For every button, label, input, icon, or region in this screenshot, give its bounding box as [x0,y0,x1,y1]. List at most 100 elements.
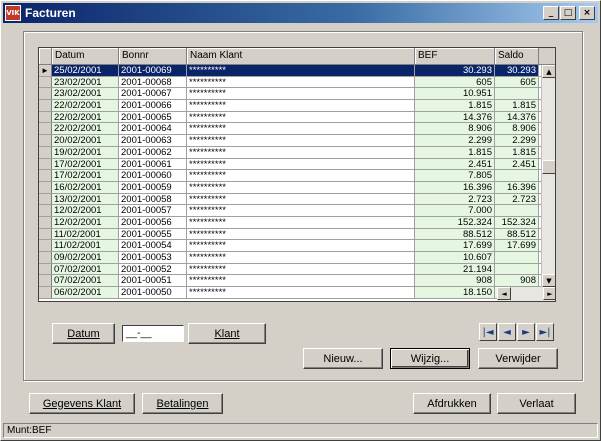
invoice-grid[interactable]: Datum Bonnr Naam Klant BEF Saldo ► 25/02/… [38,47,556,302]
cell-naam-klant: ********** [187,228,415,240]
cell-saldo: 8.906 [495,123,539,135]
scroll-right-icon[interactable]: ► [543,287,555,300]
title-bar[interactable]: VIK Facturen _ □ × [3,3,598,23]
table-row[interactable]: 23/02/2001 2001-00068 ********** 605 605 [39,76,555,89]
window-app-icon[interactable]: VIK [5,5,21,21]
cell-bef: 17.699 [415,240,495,251]
cell-datum: 22/02/2001 [52,111,119,123]
cell-bonnr: 2001-00067 [119,88,187,100]
table-row[interactable]: 12/02/2001 2001-00056 ********** 152.324 152… [39,216,555,229]
new-button[interactable]: Nieuw... [303,348,383,369]
payments-button[interactable]: Betalingen [142,393,223,414]
edit-button[interactable]: Wijzig... [390,348,470,369]
horizontal-scrollbar[interactable]: ◄ ► [497,287,555,301]
table-row[interactable]: 17/02/2001 2001-00060 ********** 7.805 [39,170,555,182]
close-button[interactable]: × [579,6,595,20]
cell-bef: 2.299 [415,135,495,146]
cell-bonnr: 2001-00057 [119,205,187,216]
minimize-button[interactable]: _ [543,6,559,20]
table-row[interactable]: 19/02/2001 2001-00062 ********** 1.815 1.815 [39,146,555,159]
last-record-icon[interactable]: ►| [536,323,554,341]
scroll-left-icon[interactable]: ◄ [497,287,511,300]
maximize-button[interactable]: □ [560,6,576,20]
scroll-down-icon[interactable]: ▼ [542,274,555,287]
table-row[interactable]: 23/02/2001 2001-00067 ********** 10.951 [39,88,555,101]
column-header-bonnr[interactable]: Bonnr [119,48,187,64]
cell-bef: 21.194 [415,263,495,275]
cell-bonnr: 2001-00053 [119,252,187,263]
prev-record-icon[interactable]: ◄ [498,323,516,341]
table-row[interactable]: 07/02/2001 2001-00051 ********** 908 908 [39,275,555,288]
cell-naam-klant: ********** [187,263,415,275]
row-indicator [39,76,52,88]
print-button[interactable]: Afdrukken [413,393,491,414]
table-row[interactable]: 16/02/2001 2001-00059 ********** 16.396 16.3… [39,181,555,194]
table-row[interactable]: 07/02/2001 2001-00052 ********** 21.194 [39,263,555,276]
table-row[interactable]: 11/02/2001 2001-00055 ********** 88.512 88.5… [39,228,555,241]
customer-details-button[interactable]: Gegevens Klant [29,393,135,414]
cell-saldo: 30.293 [495,65,539,76]
scroll-thumb[interactable] [542,160,555,174]
klant-search-button[interactable]: Klant [188,323,266,344]
row-indicator [39,287,52,298]
column-header-naam-klant[interactable]: Naam Klant [187,48,415,64]
cell-bef: 16.396 [415,181,495,193]
scroll-up-icon[interactable]: ▲ [542,65,555,78]
table-row[interactable]: 17/02/2001 2001-00061 ********** 2.451 2.451 [39,158,555,171]
column-header-bef[interactable]: BEF [415,48,495,64]
next-record-icon[interactable]: ► [517,323,535,341]
row-indicator [39,240,52,251]
payments-label: Betalingen [156,397,209,410]
cell-bonnr: 2001-00056 [119,216,187,228]
cell-bonnr: 2001-00055 [119,228,187,240]
datum-search-button[interactable]: Datum [52,323,115,344]
table-row[interactable]: 06/02/2001 2001-00050 ********** 18.150 [39,287,555,299]
column-header-datum[interactable]: Datum [52,48,119,64]
cell-bef: 10.607 [415,252,495,263]
first-record-icon[interactable]: |◄ [479,323,497,341]
row-indicator [39,263,52,275]
cell-datum: 17/02/2001 [52,170,119,181]
cell-naam-klant: ********** [187,193,415,205]
row-indicator [39,158,52,170]
date-input[interactable]: __-__ [122,325,184,342]
cell-datum: 16/02/2001 [52,181,119,193]
cell-bef: 88.512 [415,228,495,240]
cell-naam-klant: ********** [187,76,415,88]
row-indicator [39,252,52,263]
status-bar: Munt:BEF [3,423,598,438]
cell-datum: 12/02/2001 [52,205,119,216]
cell-naam-klant: ********** [187,135,415,146]
cell-datum: 23/02/2001 [52,76,119,88]
table-row[interactable]: 22/02/2001 2001-00064 ********** 8.906 8.906 [39,123,555,136]
table-row[interactable]: 11/02/2001 2001-00054 ********** 17.699 17.6… [39,240,555,252]
cell-bef: 2.451 [415,158,495,170]
cell-bonnr: 2001-00061 [119,158,187,170]
row-indicator [39,216,52,228]
table-row[interactable]: 09/02/2001 2001-00053 ********** 10.607 [39,252,555,264]
table-row[interactable]: 22/02/2001 2001-00066 ********** 1.815 1.815 [39,100,555,112]
table-row[interactable]: ► 25/02/2001 2001-00069 ********** 30.293 30.… [39,65,555,77]
column-header-saldo[interactable]: Saldo [495,48,539,64]
horizontal-scroll-track[interactable] [511,287,543,301]
vertical-scrollbar[interactable]: ▲ ▼ [541,65,555,287]
cell-bonnr: 2001-00059 [119,181,187,193]
delete-button[interactable]: Verwijder [478,348,558,369]
cell-saldo: 2.299 [495,135,539,146]
exit-button[interactable]: Verlaat [497,393,576,414]
cell-bef: 1.815 [415,100,495,111]
cell-naam-klant: ********** [187,216,415,228]
table-row[interactable]: 22/02/2001 2001-00065 ********** 14.376 14.3… [39,111,555,124]
cell-saldo: 16.396 [495,181,539,193]
table-row[interactable]: 20/02/2001 2001-00063 ********** 2.299 2.299 [39,135,555,147]
row-indicator [39,275,52,287]
cell-datum: 11/02/2001 [52,240,119,251]
row-indicator [39,111,52,123]
cell-saldo: 605 [495,76,539,88]
cell-datum: 23/02/2001 [52,88,119,100]
table-row[interactable]: 13/02/2001 2001-00058 ********** 2.723 2.723 [39,193,555,206]
cell-saldo: 908 [495,275,539,287]
row-indicator [39,170,52,181]
table-row[interactable]: 12/02/2001 2001-00057 ********** 7.000 [39,205,555,217]
cell-saldo: 1.815 [495,146,539,158]
